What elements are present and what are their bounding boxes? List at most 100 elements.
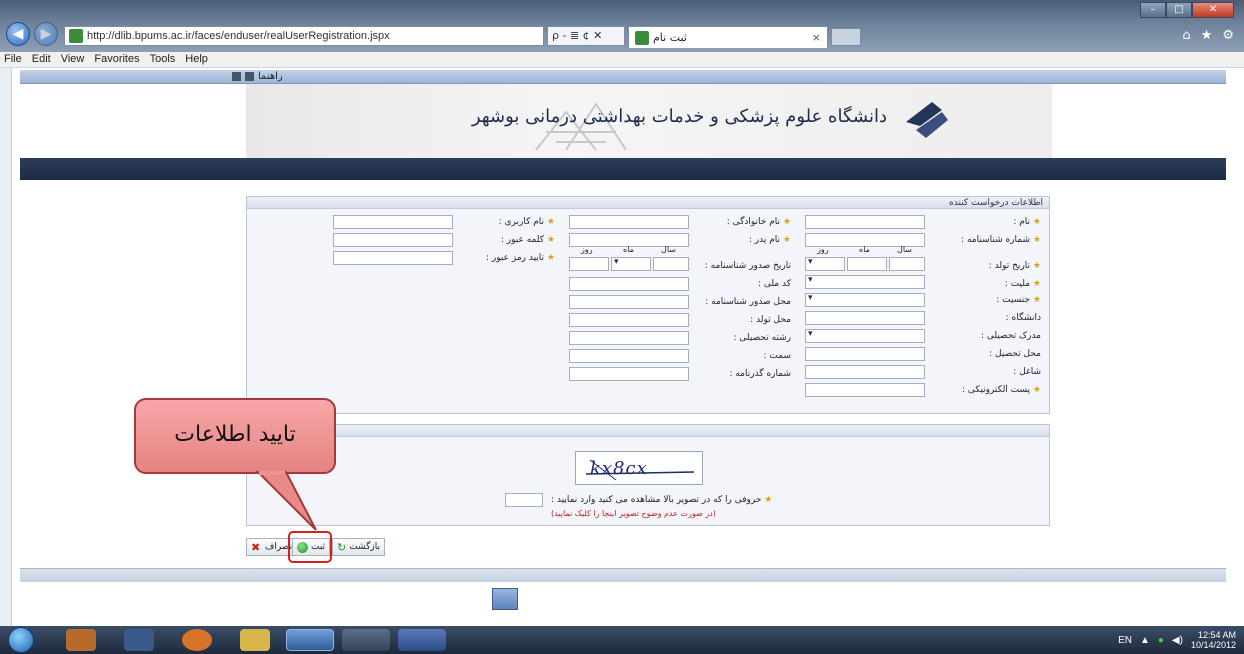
menu-file[interactable]: File [4, 52, 22, 67]
birth-day-select[interactable] [805, 257, 845, 271]
study-place-field[interactable] [805, 347, 925, 361]
captcha-refresh-link[interactable]: (در صورت عدم وضوح تصویر اینجا را کلیک نم… [551, 509, 716, 518]
print-icon[interactable] [245, 72, 254, 81]
label-field-of-study: رشته تحصیلی : [733, 333, 792, 343]
label-nationality: ★ ملیت : [1004, 279, 1041, 289]
page-scroll-button[interactable] [492, 588, 518, 610]
left-scroll-gutter [0, 68, 12, 626]
return-arrow-icon: ↻ [337, 540, 347, 554]
captcha-prompt: ★ حروفی را که در تصویر بالا مشاهده می کن… [551, 495, 773, 505]
callout-text: تایید اطلاعات [174, 422, 296, 447]
home-icon[interactable]: ⌂ [1182, 28, 1190, 43]
issue-month-select[interactable] [611, 257, 651, 271]
label-birth-date: ★ تاریخ تولد : [988, 261, 1041, 271]
position-field[interactable] [569, 349, 689, 363]
close-window-button[interactable]: ✕ [1192, 2, 1234, 18]
taskbar-ie-icon[interactable] [286, 629, 334, 651]
last-name-field[interactable] [569, 215, 689, 229]
issue-year-header: سال [661, 245, 676, 254]
menu-edit[interactable]: Edit [32, 52, 51, 67]
degree-select[interactable] [805, 329, 925, 343]
new-tab-button[interactable] [831, 28, 861, 46]
browser-tab[interactable]: ثبت نام × [628, 26, 828, 48]
registration-form: اطلاعات درخواست کننده ★ نام : ★ شماره شن… [246, 196, 1050, 414]
system-tray: EN ▲ ● ◀) 12:54 AM 10/14/2012 [1118, 630, 1236, 650]
national-code-field[interactable] [569, 277, 689, 291]
passport-field[interactable] [569, 367, 689, 381]
cancel-x-icon: ✖ [251, 540, 261, 554]
first-name-field[interactable] [805, 215, 925, 229]
minimize-button[interactable]: – [1140, 2, 1166, 18]
taskbar-window-icon[interactable] [342, 629, 390, 651]
menu-view[interactable]: View [61, 52, 85, 67]
captcha-strike-icon [585, 459, 695, 481]
email-field[interactable] [805, 383, 925, 397]
tray-network-icon[interactable]: ● [1158, 635, 1164, 646]
tab-title: ثبت نام [653, 31, 687, 44]
label-study-place: محل تحصیل : [989, 349, 1041, 359]
address-bar[interactable]: http://dlib.bpums.ac.ir/faces/enduser/re… [64, 26, 544, 46]
label-confirm-password: ★ تایید رمز عبور : [486, 253, 555, 263]
birth-place-field[interactable] [569, 313, 689, 327]
issue-year-field[interactable] [653, 257, 689, 271]
taskbar-folder-icon[interactable] [240, 629, 270, 651]
label-first-name: ★ نام : [1013, 217, 1041, 227]
start-button[interactable] [8, 627, 34, 653]
employed-field[interactable] [805, 365, 925, 379]
address-tools[interactable]: ρ - ≣ ¢ ✕ [547, 26, 625, 46]
label-gender: ★ جنسیت : [996, 295, 1041, 305]
label-id-issue-date: تاریخ صدور شناسنامه : [704, 261, 791, 271]
address-url[interactable]: http://dlib.bpums.ac.ir/faces/enduser/re… [87, 30, 390, 42]
top-toolbar: راهنما [20, 70, 1226, 84]
id-issue-place-field[interactable] [569, 295, 689, 309]
captcha-panel-header [247, 425, 1049, 437]
birth-month-field[interactable] [847, 257, 887, 271]
back-button[interactable]: ◀ [6, 22, 30, 46]
password-field[interactable] [333, 233, 453, 247]
field-of-study-field[interactable] [569, 331, 689, 345]
taskbar-word-icon[interactable] [398, 629, 446, 651]
tray-volume-icon[interactable]: ◀) [1172, 635, 1183, 646]
taskbar-app-icon[interactable] [66, 629, 96, 651]
tab-close-icon[interactable]: × [812, 31, 821, 44]
label-username: ★ نام کاربری : [498, 217, 555, 227]
birth-year-field[interactable] [889, 257, 925, 271]
menu-tools[interactable]: Tools [150, 52, 176, 67]
taskbar-media-icon[interactable] [124, 629, 154, 651]
university-name: دانشگاه علوم پزشکی و خدمات بهداشتی درمان… [471, 106, 887, 127]
forward-button[interactable]: ▶ [34, 22, 58, 46]
captcha-image[interactable]: kx8cx [575, 451, 703, 485]
clock[interactable]: 12:54 AM 10/14/2012 [1191, 630, 1236, 650]
tray-arrow-icon[interactable]: ▲ [1140, 635, 1150, 646]
issue-month-header: ماه [623, 245, 634, 254]
menu-help[interactable]: Help [185, 52, 208, 67]
star-icon[interactable]: ★ [1201, 28, 1213, 43]
help-link[interactable]: راهنما [258, 70, 283, 84]
gender-select[interactable] [805, 293, 925, 307]
confirm-password-field[interactable] [333, 251, 453, 265]
username-field[interactable] [333, 215, 453, 229]
nationality-select[interactable] [805, 275, 925, 289]
menu-bar: File Edit View Favorites Tools Help [0, 52, 1244, 68]
label-id-issue-place: محل صدور شناسنامه : [705, 297, 791, 307]
issue-day-header: روز [581, 245, 593, 254]
gear-icon[interactable]: ⚙ [1222, 28, 1234, 43]
university-field[interactable] [805, 311, 925, 325]
menu-favorites[interactable]: Favorites [94, 52, 139, 67]
page-footer-strip [20, 568, 1226, 582]
captcha-input[interactable] [505, 493, 543, 507]
site-favicon-icon [69, 29, 83, 43]
label-id-number: ★ شماره شناسنامه : [961, 235, 1041, 245]
window-controls: – □ ✕ [1140, 2, 1234, 18]
label-degree: مدرک تحصیلی : [980, 331, 1041, 341]
language-indicator[interactable]: EN [1118, 635, 1132, 646]
label-passport: شماره گذرنامه : [729, 369, 791, 379]
panel-title: اطلاعات درخواست کننده [247, 197, 1049, 209]
birth-day-header: روز [817, 245, 829, 254]
back-page-button[interactable]: ↻ بازگشت [332, 538, 385, 556]
issue-day-field[interactable] [569, 257, 609, 271]
taskbar-firefox-icon[interactable] [182, 629, 212, 651]
label-university: دانشگاه : [1005, 313, 1041, 323]
maximize-button[interactable]: □ [1166, 2, 1192, 18]
help-icon[interactable] [232, 72, 241, 81]
